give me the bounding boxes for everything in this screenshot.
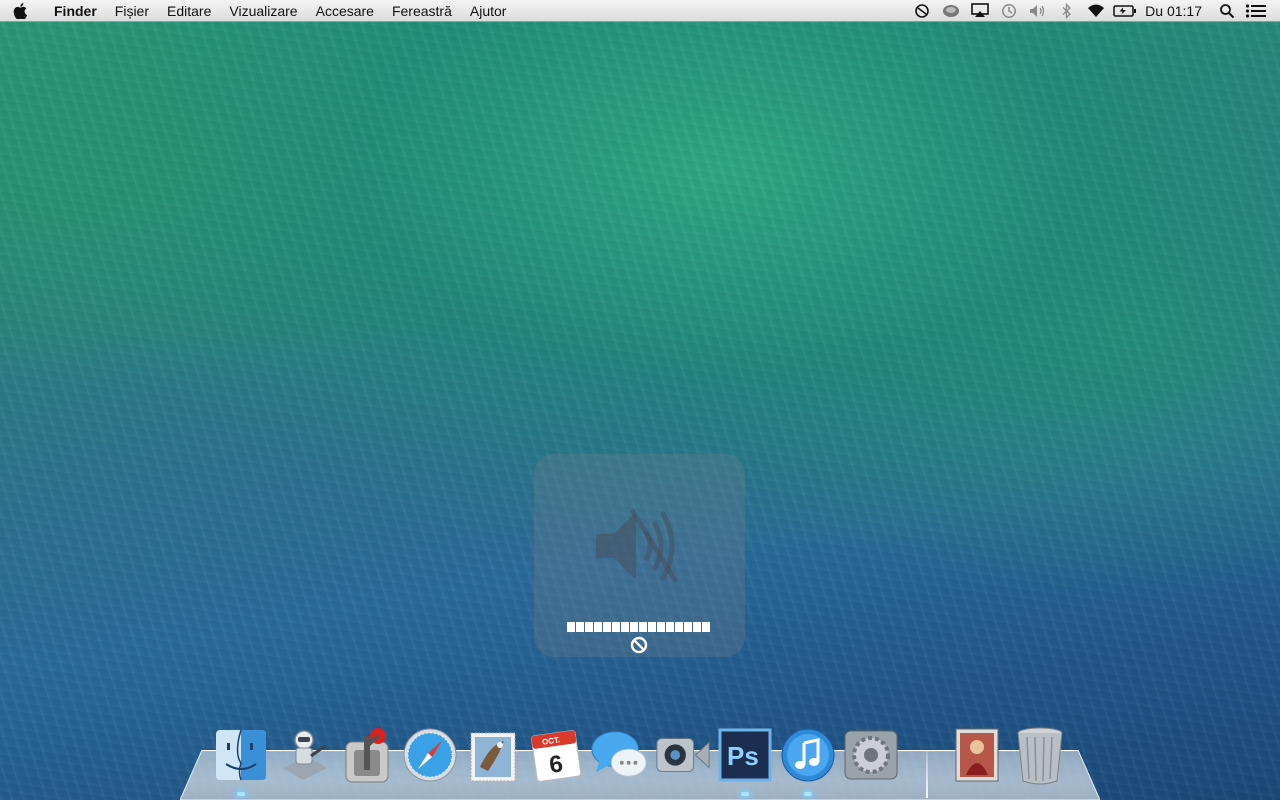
volume-icon[interactable]: [1023, 0, 1052, 22]
safari-icon: [403, 728, 457, 782]
dock-calendar[interactable]: OCT. 6: [527, 724, 585, 786]
volume-segment: [684, 622, 692, 632]
menu-bar: Finder Fișier Editare Vizualizare Accesa…: [0, 0, 1280, 22]
wallpaper-texture: [0, 0, 1280, 800]
facetime-icon: [656, 738, 710, 772]
dock-documents-stack[interactable]: [948, 724, 1006, 786]
notification-center-icon[interactable]: [1241, 0, 1270, 22]
dock-photoshop[interactable]: Ps: [716, 724, 774, 786]
running-indicator-finder: [237, 792, 245, 796]
menu-app-finder[interactable]: Finder: [40, 0, 106, 22]
mail-icon: [470, 732, 516, 782]
volume-segment: [603, 622, 611, 632]
dock-messages[interactable]: [590, 724, 648, 786]
menu-window[interactable]: Fereastră: [383, 0, 461, 22]
volume-segment: [594, 622, 602, 632]
dock-transmission[interactable]: [338, 724, 396, 786]
do-not-disturb-icon[interactable]: [907, 0, 936, 22]
menu-view[interactable]: Vizualizare: [220, 0, 306, 22]
menu-go[interactable]: Accesare: [307, 0, 383, 22]
volume-hud: [534, 454, 745, 657]
dock-safari[interactable]: [401, 724, 459, 786]
mute-indicator-icon: [630, 636, 648, 654]
stack-icon: [955, 728, 999, 782]
transmission-icon: [345, 728, 389, 783]
itunes-icon: [781, 728, 835, 782]
volume-segment: [657, 622, 665, 632]
spotlight-icon[interactable]: [1212, 0, 1241, 22]
battery-icon[interactable]: [1110, 0, 1139, 22]
messages-icon: [591, 731, 647, 777]
volume-segment: [702, 622, 710, 632]
photoshop-icon: Ps: [718, 728, 772, 782]
dock-facetime[interactable]: [653, 724, 711, 786]
volume-level-bar: [567, 622, 711, 632]
menu-help[interactable]: Ajutor: [461, 0, 516, 22]
photoshop-label: Ps: [727, 741, 759, 771]
dock-trash[interactable]: [1011, 724, 1069, 786]
running-indicator-itunes: [804, 792, 812, 796]
menu-clock[interactable]: Du 01:17: [1139, 0, 1212, 22]
volume-segment: [630, 622, 638, 632]
volume-segment: [585, 622, 593, 632]
bluetooth-icon[interactable]: [1052, 0, 1081, 22]
growl-icon[interactable]: [936, 0, 965, 22]
menu-edit[interactable]: Editare: [158, 0, 220, 22]
dock-separator: [926, 750, 928, 798]
dock: OCT. 6 Ps: [180, 720, 1100, 800]
dock-mail[interactable]: [464, 724, 522, 786]
dock-system-preferences[interactable]: [842, 724, 900, 786]
volume-segment: [648, 622, 656, 632]
menu-file[interactable]: Fișier: [106, 0, 158, 22]
volume-segment: [675, 622, 683, 632]
finder-icon: [216, 729, 266, 781]
volume-segment: [576, 622, 584, 632]
running-indicator-photoshop: [741, 792, 749, 796]
trash-icon: [1017, 727, 1063, 785]
volume-segment: [639, 622, 647, 632]
apple-menu-icon[interactable]: [0, 2, 40, 19]
automator-icon: [283, 730, 327, 780]
volume-segment: [567, 622, 575, 632]
airplay-icon[interactable]: [965, 0, 994, 22]
volume-segment: [612, 622, 620, 632]
muted-speaker-icon: [596, 508, 679, 584]
calendar-icon: OCT. 6: [531, 730, 582, 782]
time-machine-icon[interactable]: [994, 0, 1023, 22]
dock-finder[interactable]: [212, 724, 270, 786]
wifi-icon[interactable]: [1081, 0, 1110, 22]
volume-segment: [666, 622, 674, 632]
dock-itunes[interactable]: [779, 724, 837, 786]
dock-automator[interactable]: [275, 724, 333, 786]
volume-segment: [693, 622, 701, 632]
volume-segment: [621, 622, 629, 632]
gear-icon: [844, 730, 898, 780]
